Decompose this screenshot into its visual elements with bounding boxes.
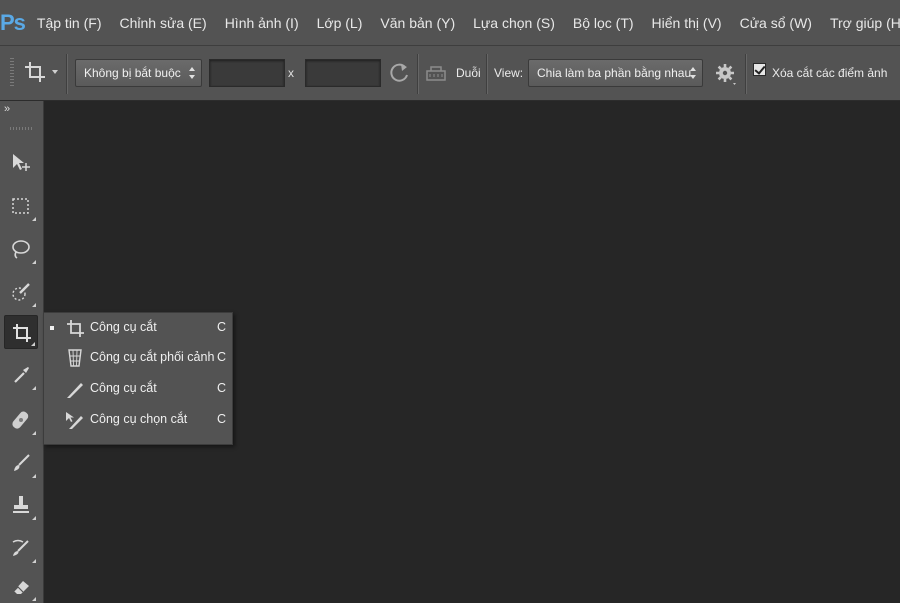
menu-view[interactable]: Hiển thị (V) [643,15,731,31]
separator [486,54,488,94]
selected-bullet-icon [50,326,54,330]
flyout-item-shortcut: C [217,350,227,364]
flyout-item-shortcut: C [217,320,227,334]
menu-select[interactable]: Lựa chọn (S) [464,15,564,31]
view-label: View: [494,66,524,80]
submenu-corner-icon [32,431,36,435]
menu-edit[interactable]: Chỉnh sửa (E) [111,15,216,31]
crop-tool-flyout: Công cụ cắt C Công cụ cắt phối cảnh C Cô… [43,312,233,445]
submenu-corner-icon [32,260,36,264]
brush-icon [14,454,30,471]
flyout-item-slice[interactable]: Công cụ cắt C [44,374,232,404]
marquee-tool[interactable] [4,189,38,223]
swap-dimensions-icon[interactable] [389,62,411,84]
menu-image[interactable]: Hình ảnh (I) [216,15,308,31]
history-brush-tool[interactable] [4,531,38,565]
eyedropper-tool[interactable] [4,358,38,392]
lasso-icon [12,240,30,259]
submenu-corner-icon [32,386,36,390]
collapse-panel-icon[interactable]: » [4,103,10,115]
photoshop-logo[interactable]: Ps [0,0,26,45]
height-field[interactable] [305,59,381,87]
healing-tool[interactable] [4,403,38,437]
dimension-separator: x [288,66,294,80]
slice-select-icon [66,412,83,429]
submenu-corner-icon [32,516,36,520]
flyout-item-shortcut: C [217,412,227,426]
submenu-corner-icon [32,303,36,307]
updown-arrows-icon [690,67,696,79]
bandage-icon [12,411,29,429]
quick-select-icon [12,283,30,301]
view-overlay-select[interactable]: Chia làm ba phần bằng nhau [528,59,703,87]
perspective-crop-icon [68,349,82,367]
crop-icon [13,324,31,342]
tools-panel: » [0,101,44,603]
crop-icon [67,320,84,337]
separator [66,54,68,94]
menu-layer[interactable]: Lớp (L) [308,15,372,31]
rect-marquee-icon [12,198,29,214]
tools-panel-grip[interactable] [10,127,32,130]
crop-tool[interactable] [4,315,38,349]
lasso-tool[interactable] [4,232,38,266]
delete-cropped-checkbox[interactable] [753,63,766,76]
menu-help[interactable]: Trợ giúp (H) [821,15,900,31]
flyout-item-label: Công cụ cắt [90,381,157,395]
separator [745,54,747,94]
move-icon [13,154,30,171]
history-brush-icon [12,539,29,556]
submenu-corner-icon [32,597,36,601]
width-field[interactable] [209,59,285,87]
flyout-item-perspective-crop[interactable]: Công cụ cắt phối cảnh C [44,343,232,373]
tool-preset-dropdown-icon[interactable] [52,70,58,74]
view-overlay-select-value: Chia làm ba phần bằng nhau [537,66,692,80]
eraser-icon [13,581,29,594]
submenu-corner-icon [32,559,36,563]
ratio-select-value: Không bị bắt buộc [84,66,181,80]
submenu-corner-icon [32,474,36,478]
brush-tool[interactable] [4,446,38,480]
separator [417,54,419,94]
submenu-corner-icon [31,342,35,346]
flyout-item-crop[interactable]: Công cụ cắt C [44,313,232,343]
menu-filter[interactable]: Bộ lọc (T) [564,15,643,31]
menu-file[interactable]: Tập tin (F) [25,15,111,31]
updown-arrows-icon [189,67,195,79]
slice-icon [67,383,83,398]
eraser-tool[interactable] [4,569,38,603]
straighten-icon[interactable] [425,61,447,83]
flyout-item-label: Công cụ cắt [90,320,157,334]
gear-icon[interactable] [714,61,738,87]
stamp-tool[interactable] [4,488,38,522]
move-tool[interactable] [4,145,38,179]
flyout-item-shortcut: C [217,381,227,395]
menu-type[interactable]: Văn bản (Y) [371,15,464,31]
quick-select-tool[interactable] [4,275,38,309]
submenu-corner-icon [32,217,36,221]
menu-window[interactable]: Cửa sổ (W) [731,15,821,31]
eyedropper-icon [14,367,29,383]
flyout-item-slice-select[interactable]: Công cụ chọn cắt C [44,405,232,435]
menu-items: Tập tin (F) Chỉnh sửa (E) Hình ảnh (I) L… [25,0,900,45]
stamp-icon [13,496,29,513]
straighten-label[interactable]: Duỗi [456,66,481,80]
delete-cropped-label[interactable]: Xóa cắt các điểm ảnh [772,66,887,80]
options-bar-grip[interactable] [10,58,14,88]
flyout-item-label: Công cụ chọn cắt [90,412,188,426]
ratio-select[interactable]: Không bị bắt buộc [75,59,202,87]
flyout-item-label: Công cụ cắt phối cảnh [90,350,215,364]
crop-icon[interactable] [24,60,46,84]
menu-bar: Ps Tập tin (F) Chỉnh sửa (E) Hình ảnh (I… [0,0,900,45]
options-bar: Không bị bắt buộc x Duỗi View: Chia làm … [0,45,900,101]
